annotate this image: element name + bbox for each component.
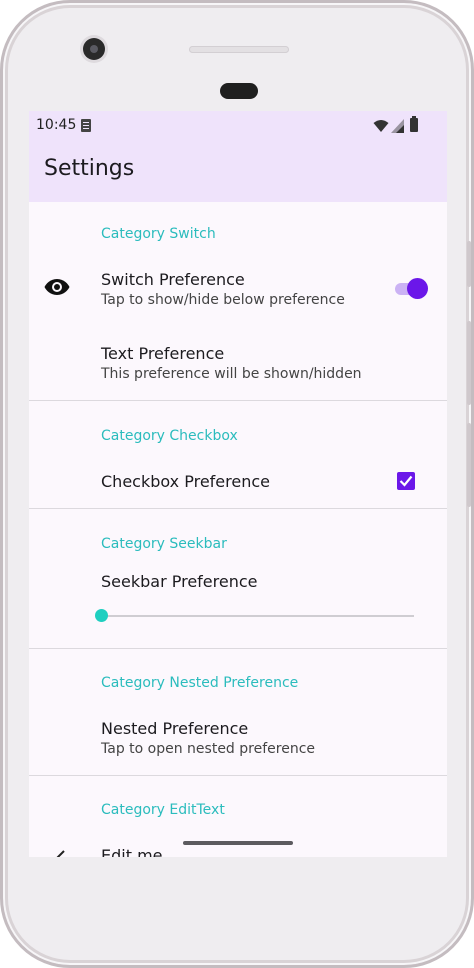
divider [29, 648, 447, 649]
front-camera [83, 38, 105, 60]
divider [29, 775, 447, 776]
signal-icon [391, 119, 404, 133]
category-nested-header: Category Nested Preference [101, 675, 299, 691]
switch-preference-summary: Tap to show/hide below preference [101, 292, 345, 308]
category-seekbar-header: Category Seekbar [101, 536, 227, 552]
switch-thumb [407, 278, 428, 299]
device-frame: 10:45 Settings Category Switch Switch Pr… [0, 0, 474, 968]
nested-preference-title: Nested Preference [101, 719, 249, 738]
seekbar-preference-title: Seekbar Preference [101, 572, 258, 591]
battery-icon [410, 116, 418, 132]
eye-icon [44, 279, 70, 295]
status-bar: 10:45 [29, 111, 447, 141]
sim-card-icon [81, 119, 91, 132]
wifi-icon [373, 120, 389, 132]
category-switch-header: Category Switch [101, 226, 216, 242]
preference-switch[interactable] [395, 278, 429, 299]
divider [29, 508, 447, 509]
text-preference-title: Text Preference [101, 344, 225, 363]
category-checkbox-header: Category Checkbox [101, 428, 238, 444]
checkbox-preference-title: Checkbox Preference [101, 472, 270, 491]
text-preference-summary: This preference will be shown/hidden [101, 366, 362, 382]
check-icon [399, 475, 413, 487]
edittext-preference-title: Edit me [101, 846, 163, 857]
volume-down-button [467, 423, 471, 507]
status-time: 10:45 [36, 117, 77, 133]
nested-preference-summary: Tap to open nested preference [101, 741, 315, 757]
category-edittext-header: Category EditText [101, 802, 225, 818]
screen: 10:45 Settings Category Switch Switch Pr… [29, 111, 447, 857]
seekbar-track[interactable] [101, 615, 414, 617]
switch-preference-title: Switch Preference [101, 270, 245, 289]
seekbar-thumb[interactable] [94, 609, 108, 622]
preference-checkbox[interactable] [397, 472, 415, 490]
power-button [467, 241, 471, 287]
gesture-navigation-bar[interactable] [183, 841, 293, 845]
volume-up-button [467, 321, 471, 405]
app-bar: 10:45 Settings [29, 111, 447, 202]
speaker-grill [189, 46, 289, 53]
edit-icon [56, 850, 65, 857]
page-title: Settings [44, 156, 135, 181]
earpiece [220, 83, 258, 99]
divider [29, 400, 447, 401]
